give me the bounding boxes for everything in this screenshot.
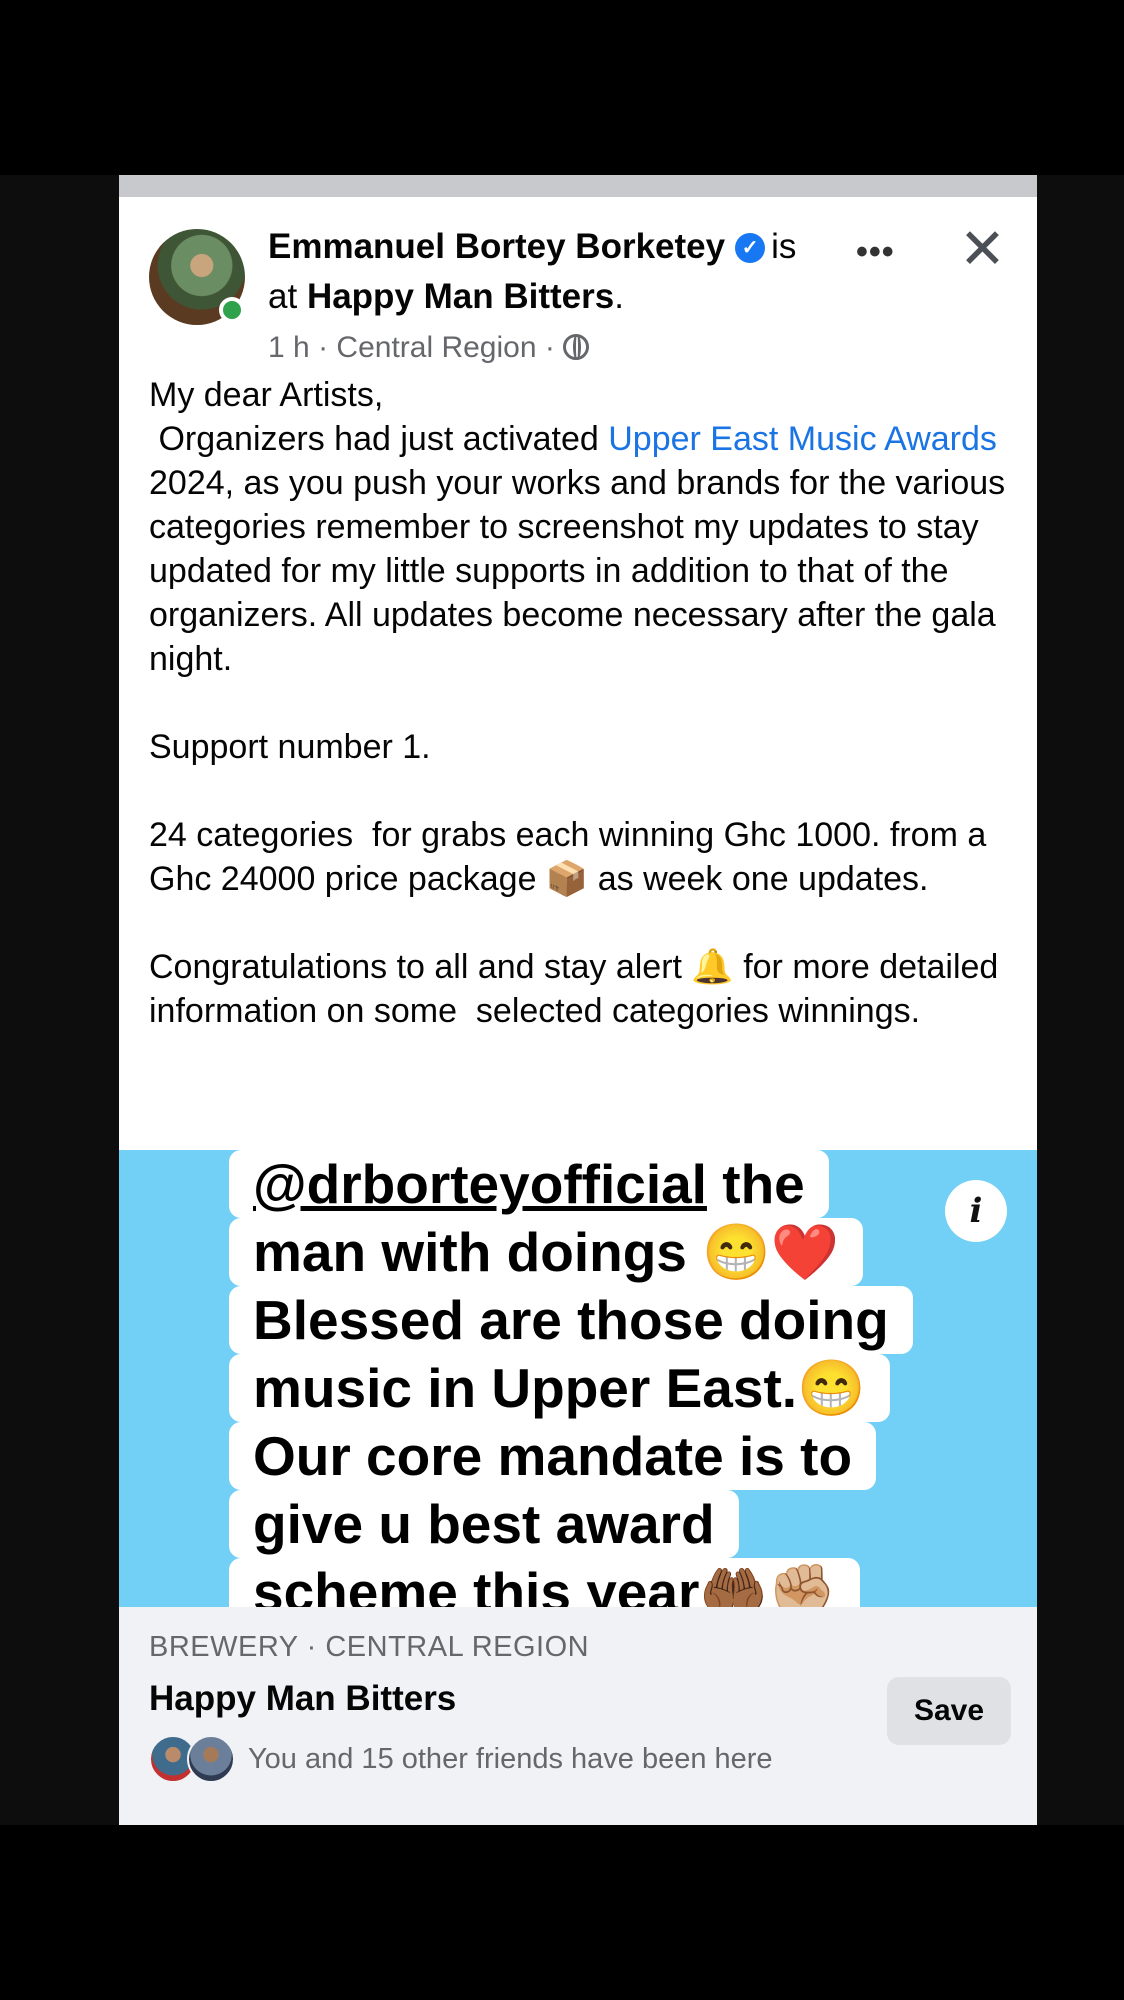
post-paragraph: My dear Artists, (149, 376, 384, 414)
place-suffix: . (614, 277, 624, 316)
avatar (187, 1735, 235, 1783)
meta-separator: · (544, 331, 555, 364)
at-text: at (268, 277, 298, 316)
caption-line: @drborteyofficial the (229, 1150, 829, 1218)
post-paragraph: 24 categories for grabs each winning Ghc… (149, 816, 996, 898)
post-paragraph: Support number 1. (149, 728, 431, 766)
mention-link[interactable]: @drborteyofficial (253, 1153, 707, 1215)
caption-line: man with doings 😁❤️ (229, 1218, 864, 1286)
checkin-place-link[interactable]: Happy Man Bitters (307, 277, 614, 316)
post-media[interactable]: @drborteyofficial the man with doings 😁❤… (119, 1150, 1037, 1626)
globe-icon (563, 334, 590, 360)
post-paragraph: Congratulations to all and stay alert 🔔 … (149, 948, 1008, 1030)
author-name[interactable]: Emmanuel Bortey Borketey (268, 227, 725, 266)
friend-avatars (149, 1735, 239, 1785)
post-meta: 1 h · Central Region · (268, 331, 590, 365)
post-text: My dear Artists, Organizers had just act… (149, 373, 1019, 1033)
verified-badge-icon: ✓ (735, 233, 766, 263)
online-status-dot (219, 297, 245, 323)
place-name[interactable]: Happy Man Bitters (149, 1679, 456, 1719)
save-button[interactable]: Save (887, 1677, 1011, 1745)
info-icon[interactable]: i (945, 1180, 1007, 1242)
post-location: Central Region (336, 331, 537, 364)
sheet-top-bar (119, 175, 1037, 197)
awards-link[interactable]: Upper East Music Awards (608, 420, 997, 458)
post-header-line-1: Emmanuel Bortey Borketey ✓ is (268, 227, 796, 267)
caption-line: Blessed are those doing (229, 1286, 913, 1354)
close-icon[interactable]: ✕ (959, 221, 1006, 277)
place-card[interactable]: BREWERY · CENTRAL REGION Happy Man Bitte… (119, 1607, 1037, 1825)
caption-text: the (706, 1153, 805, 1215)
post-paragraph: Organizers had just activated Upper East… (149, 417, 1019, 681)
caption-line: Our core mandate is to (229, 1422, 877, 1490)
paragraph-text: 2024, as you push your works and brands … (149, 420, 1015, 678)
post-time[interactable]: 1 h (268, 331, 310, 364)
post-card: Emmanuel Bortey Borketey ✓ is at Happy Man… (119, 175, 1037, 1825)
meta-separator: · (318, 331, 329, 364)
right-backdrop (1037, 175, 1124, 1825)
more-options-icon[interactable]: ••• (856, 233, 895, 272)
caption-line: give u best award (229, 1490, 739, 1558)
caption-line: music in Upper East.😁 (229, 1354, 890, 1422)
media-caption: @drborteyofficial the man with doings 😁❤… (229, 1150, 913, 1626)
paragraph-text: Organizers had just activated (149, 420, 609, 458)
place-category: BREWERY · CENTRAL REGION (149, 1631, 590, 1663)
post-header-line-2: at Happy Man Bitters. (268, 277, 624, 317)
left-backdrop (0, 175, 119, 1825)
is-text: is (771, 227, 797, 266)
friends-visited-text: You and 15 other friends have been here (248, 1743, 773, 1775)
